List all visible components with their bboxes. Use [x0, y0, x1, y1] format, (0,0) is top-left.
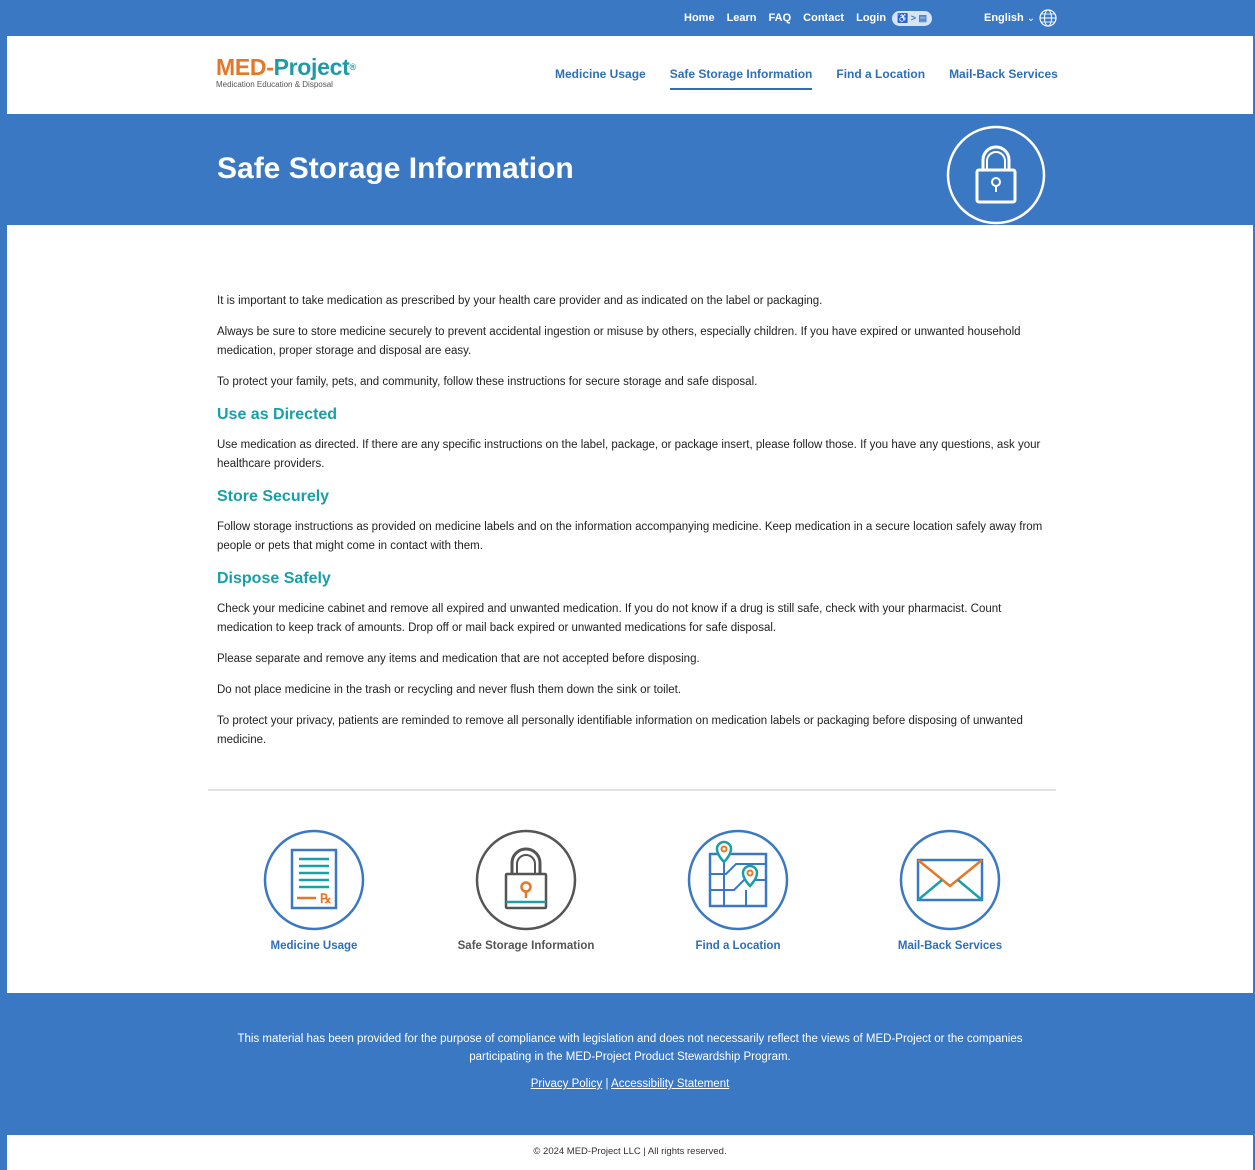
section-paragraph: To protect your privacy, patients are re…	[217, 715, 1023, 746]
page-title: Safe Storage Information	[217, 152, 574, 185]
site-logo[interactable]: MED-Project® Medication Education & Disp…	[216, 55, 356, 89]
intro-paragraph: It is important to take medication as pr…	[217, 295, 823, 307]
tile-label: Mail-Back Services	[897, 940, 1003, 952]
section-paragraph: Do not place medicine in the trash or re…	[217, 684, 682, 696]
tile-safe-storage[interactable]: Safe Storage Information	[420, 828, 632, 952]
footer-separator: |	[605, 1078, 609, 1090]
top-link-home[interactable]: Home	[684, 12, 715, 24]
top-link-login[interactable]: Login	[856, 12, 886, 24]
tile-label: Medicine Usage	[270, 940, 358, 952]
chevron-down-icon: ⌄	[1026, 12, 1036, 24]
section-heading-dispose-safely: Dispose Safely	[217, 570, 331, 587]
lock-icon	[946, 125, 1046, 225]
logo-tagline: Medication Education & Disposal	[216, 80, 333, 89]
globe-icon	[1039, 9, 1057, 27]
logo-registered: ®	[349, 62, 356, 72]
nav-medicine-usage[interactable]: Medicine Usage	[555, 67, 646, 90]
tile-medicine-usage[interactable]: ℞ Medicine Usage	[208, 828, 420, 952]
language-selector[interactable]: English ⌄	[984, 0, 1058, 36]
main-nav: Medicine Usage Safe Storage Information …	[555, 67, 1058, 90]
nav-mail-back[interactable]: Mail-Back Services	[949, 67, 1058, 90]
top-link-faq[interactable]: FAQ	[769, 12, 792, 24]
footer-links: Privacy Policy | Accessibility Statement	[7, 1078, 1253, 1090]
section-heading-use-as-directed: Use as Directed	[217, 406, 338, 423]
page-frame: Home Learn FAQ Contact Login ♿ > ▤ Engli…	[0, 0, 1255, 1170]
tile-label: Find a Location	[695, 940, 781, 952]
envelope-icon	[899, 829, 1001, 931]
logo-part-med: MED-	[216, 54, 274, 80]
nav-safe-storage[interactable]: Safe Storage Information	[669, 67, 813, 90]
section-paragraph: Follow storage instructions as provided …	[217, 521, 1043, 552]
accessibility-icon: ♿ > ▤	[897, 12, 928, 23]
logo-wordmark: MED-Project®	[216, 55, 356, 79]
site-header: MED-Project® Medication Education & Disp…	[7, 36, 1253, 114]
svg-text:℞: ℞	[320, 891, 332, 906]
language-label: English	[984, 12, 1024, 24]
tile-label: Safe Storage Information	[457, 940, 595, 952]
section-paragraph: Please separate and remove any items and…	[217, 653, 700, 665]
hero-banner: Safe Storage Information	[7, 114, 1253, 225]
top-link-contact[interactable]: Contact	[803, 12, 844, 24]
lock-icon	[475, 829, 577, 931]
accessibility-toggle[interactable]: ♿ > ▤	[892, 10, 933, 26]
privacy-policy-link[interactable]: Privacy Policy	[531, 1078, 603, 1090]
content-divider	[208, 789, 1056, 791]
site-footer: This material has been provided for the …	[7, 993, 1253, 1135]
intro-paragraph: Always be sure to store medicine securel…	[217, 326, 1021, 357]
top-link-learn[interactable]: Learn	[727, 12, 757, 24]
quick-link-tiles: ℞ Medicine Usage Safe Storage Informatio…	[208, 828, 1056, 952]
utility-nav: Home Learn FAQ Contact Login ♿ > ▤	[684, 0, 933, 36]
section-paragraph: Use medication as directed. If there are…	[217, 439, 1041, 470]
logo-part-project: Project	[273, 54, 350, 80]
footer-disclaimer: This material has been provided for the …	[237, 1033, 1023, 1063]
main-content: It is important to take medication as pr…	[217, 292, 1057, 762]
top-utility-bar: Home Learn FAQ Contact Login ♿ > ▤ Engli…	[7, 0, 1253, 36]
section-heading-store-securely: Store Securely	[217, 488, 330, 505]
prescription-document-icon: ℞	[263, 829, 365, 931]
tile-find-location[interactable]: Find a Location	[632, 828, 844, 952]
copyright-notice: © 2024 MED-Project LLC | All rights rese…	[533, 1146, 727, 1157]
section-paragraph: Check your medicine cabinet and remove a…	[217, 603, 1002, 634]
tile-mail-back[interactable]: Mail-Back Services	[844, 828, 1056, 952]
nav-find-location[interactable]: Find a Location	[836, 67, 925, 90]
map-pin-icon	[687, 829, 789, 931]
intro-paragraph: To protect your family, pets, and commun…	[217, 376, 758, 388]
accessibility-statement-link[interactable]: Accessibility Statement	[611, 1078, 729, 1090]
